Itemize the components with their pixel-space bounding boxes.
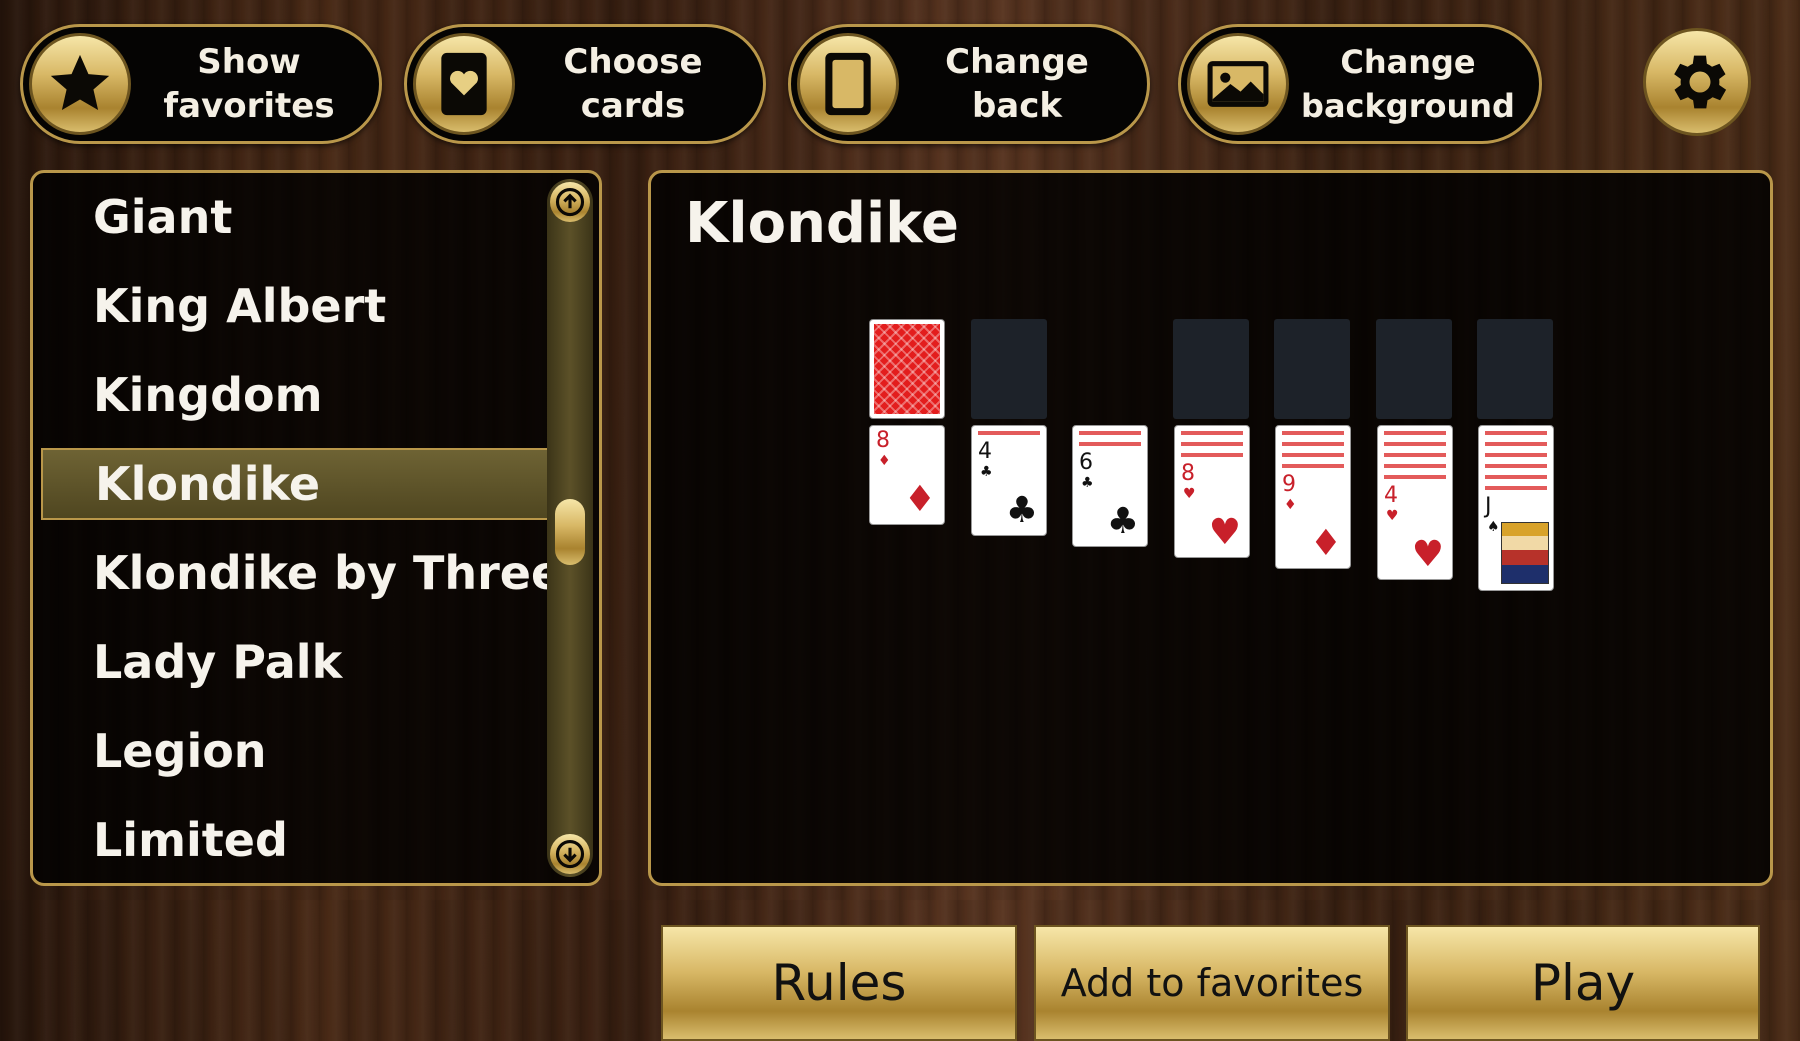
face-down-edge (1485, 431, 1547, 435)
change-background-label: Change background (1301, 43, 1515, 125)
empty-slot (1173, 319, 1249, 419)
card-rank: 8 (1181, 461, 1195, 486)
face-down-edge (1485, 464, 1547, 468)
club-icon: ♣ (980, 464, 993, 480)
empty-slot (1477, 319, 1553, 419)
scroll-thumb[interactable] (555, 499, 585, 565)
change-back-label: Change back (945, 42, 1089, 126)
scroll-up-icon[interactable] (550, 182, 590, 222)
face-down-edge (1485, 475, 1547, 479)
scrollbar[interactable] (547, 179, 593, 877)
play-button[interactable]: Play (1406, 925, 1760, 1041)
list-item-selected[interactable]: Klondike (41, 448, 571, 520)
settings-gear-icon[interactable] (1643, 28, 1751, 136)
empty-slot (1274, 319, 1350, 419)
face-down-edge (1079, 431, 1141, 435)
tableau-card: 4 ♥ ♥ (1377, 425, 1453, 580)
club-icon: ♣ (1005, 490, 1038, 531)
game-list[interactable]: Giant King Albert Kingdom Klondike Klond… (30, 170, 602, 886)
card-rank: 4 (978, 439, 992, 464)
show-favorites-label: Show favorites (163, 42, 335, 126)
card-heart-icon (413, 33, 515, 135)
add-to-favorites-button[interactable]: Add to favorites (1034, 925, 1390, 1041)
face-down-edge (1282, 453, 1344, 457)
game-title: Klondike (685, 191, 959, 256)
list-item[interactable]: Legion (41, 715, 571, 787)
star-icon (29, 33, 131, 135)
card-rank: 4 (1384, 483, 1398, 508)
face-down-edge (1079, 442, 1141, 446)
card-rank: J (1485, 494, 1492, 519)
face-down-edge (1384, 475, 1446, 479)
scroll-down-icon[interactable] (550, 834, 590, 874)
diamond-icon: ♦ (903, 479, 936, 520)
tableau-card: 8 ♦ ♦ (869, 425, 945, 525)
club-icon: ♣ (1106, 501, 1139, 542)
list-item[interactable]: Klondike by Threes (41, 537, 590, 609)
face-down-edge (1181, 442, 1243, 446)
face-down-edge (978, 431, 1040, 435)
face-down-edge (1282, 431, 1344, 435)
card-rank: 9 (1282, 472, 1296, 497)
face-down-edge (1181, 431, 1243, 435)
list-item[interactable]: Kingdom (41, 359, 571, 431)
face-down-edge (1485, 453, 1547, 457)
tableau-card: J ♠ (1478, 425, 1554, 591)
face-down-edge (1384, 442, 1446, 446)
jack-face-icon (1501, 522, 1549, 584)
face-down-edge (1485, 442, 1547, 446)
diamond-icon: ♦ (878, 453, 891, 469)
change-background-button[interactable]: Change background (1178, 24, 1542, 144)
tableau-card: 8 ♥ ♥ (1174, 425, 1250, 558)
list-item[interactable]: Lady Palk (41, 626, 571, 698)
show-favorites-button[interactable]: Show favorites (20, 24, 382, 144)
list-item[interactable]: Giant (41, 181, 571, 253)
face-down-edge (1384, 453, 1446, 457)
rules-button[interactable]: Rules (661, 925, 1017, 1041)
spade-icon: ♠ (1487, 519, 1500, 535)
heart-icon: ♥ (1183, 486, 1196, 502)
list-item[interactable]: King Albert (41, 270, 571, 342)
card-rank: 6 (1079, 450, 1093, 475)
image-icon (1187, 33, 1289, 135)
tableau-card: 9 ♦ ♦ (1275, 425, 1351, 569)
heart-icon: ♥ (1208, 512, 1241, 553)
heart-icon: ♥ (1411, 534, 1444, 575)
face-down-edge (1181, 453, 1243, 457)
club-icon: ♣ (1081, 475, 1094, 491)
face-down-edge (1384, 431, 1446, 435)
choose-cards-button[interactable]: Choose cards (404, 24, 766, 144)
stock-card-back (869, 319, 945, 419)
diamond-icon: ♦ (1309, 523, 1342, 564)
card-back-icon (797, 33, 899, 135)
choose-cards-label: Choose cards (563, 42, 703, 126)
game-preview-panel: Klondike 8 ♦ ♦ 4 ♣ ♣ 6 ♣ ♣ 8 ♥ ♥ 9 ♦ ♦ 4 ♥ ♥ J ♠ Rules Add … (648, 170, 1773, 1041)
empty-slot (971, 319, 1047, 419)
face-down-edge (1282, 464, 1344, 468)
change-back-button[interactable]: Change back (788, 24, 1150, 144)
diamond-icon: ♦ (1284, 497, 1297, 513)
face-down-edge (1485, 486, 1547, 490)
empty-slot (1376, 319, 1452, 419)
heart-icon: ♥ (1386, 508, 1399, 524)
list-item[interactable]: Limited (41, 804, 571, 876)
face-down-edge (1384, 464, 1446, 468)
tableau-card: 6 ♣ ♣ (1072, 425, 1148, 547)
tableau-card: 4 ♣ ♣ (971, 425, 1047, 536)
card-rank: 8 (876, 428, 890, 453)
face-down-edge (1282, 442, 1344, 446)
